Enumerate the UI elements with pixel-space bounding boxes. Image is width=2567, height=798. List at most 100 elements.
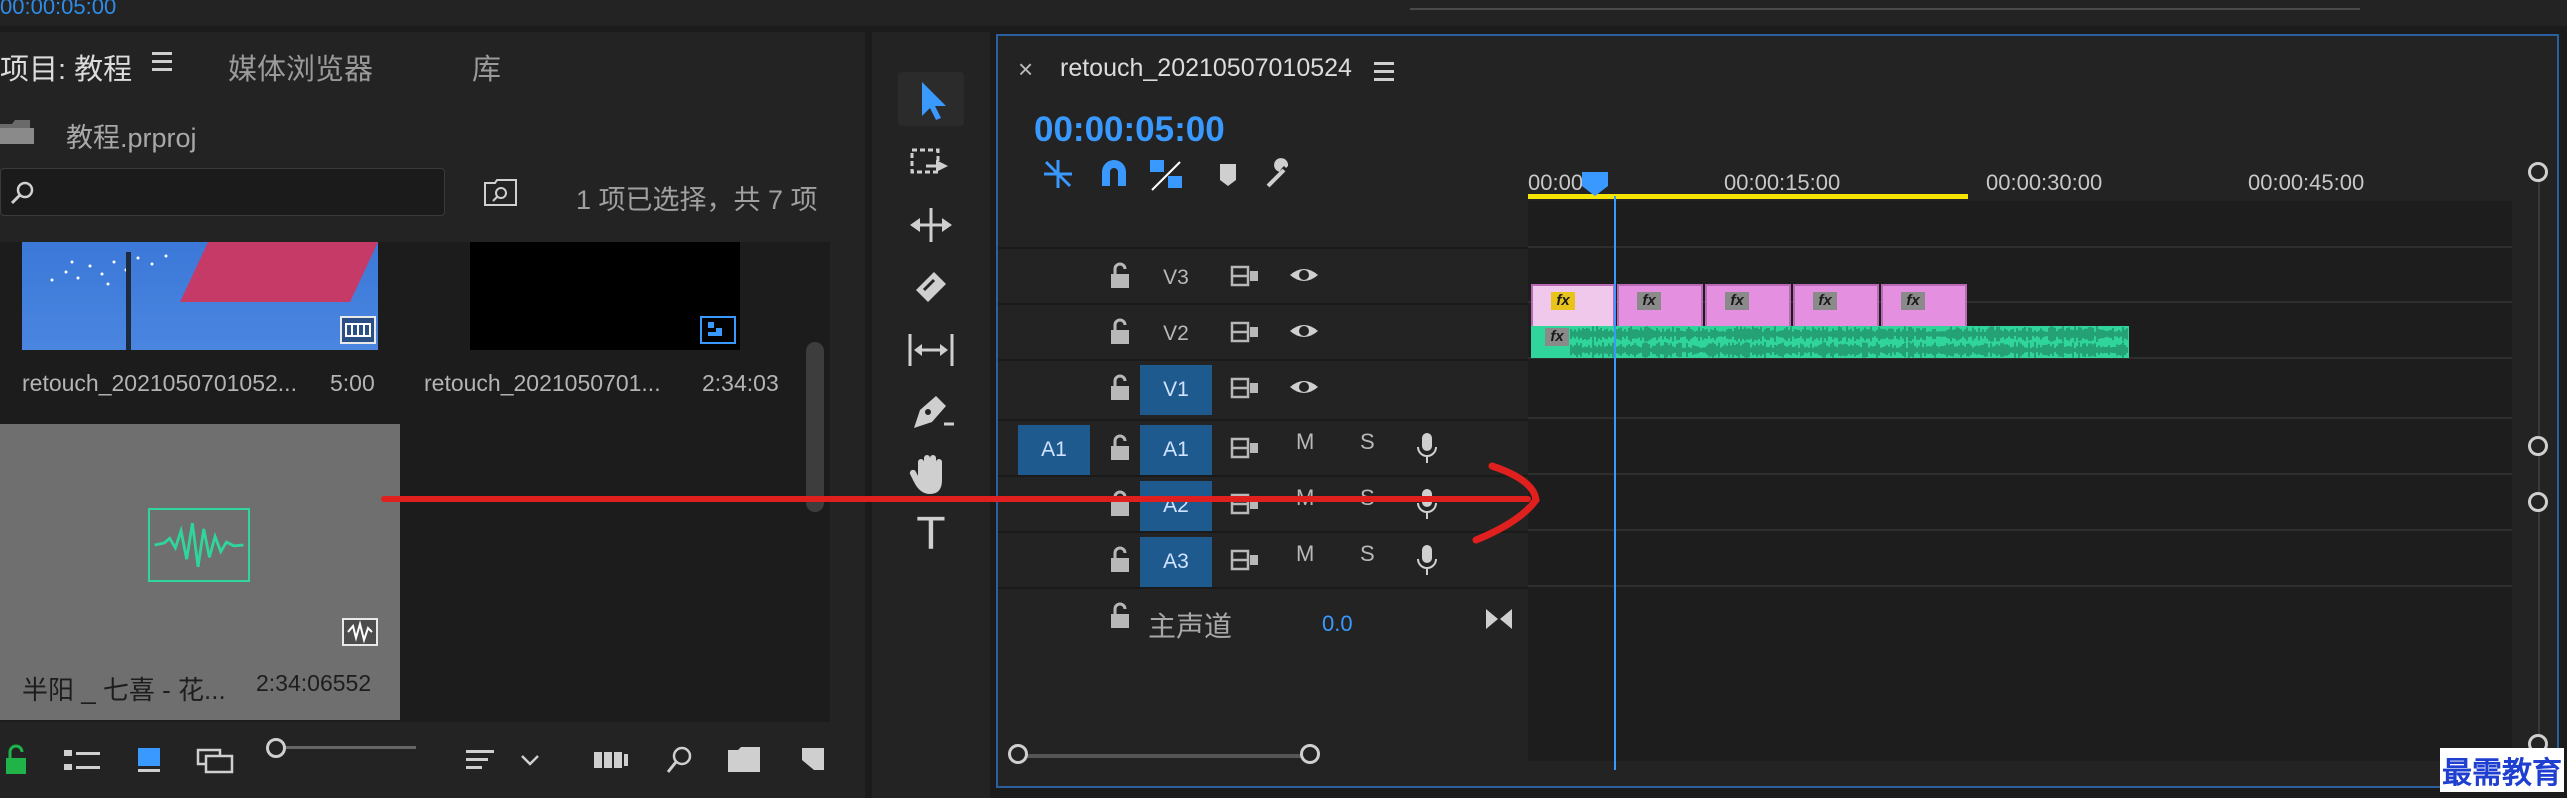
lock-icon[interactable] bbox=[1108, 317, 1132, 347]
hand-tool[interactable] bbox=[898, 446, 964, 500]
lock-icon[interactable] bbox=[1108, 601, 1132, 631]
vertical-scroll-handle[interactable] bbox=[2528, 162, 2548, 182]
clip-thumbnail[interactable] bbox=[22, 242, 378, 350]
sequence-tab[interactable]: retouch_20210507010524 bbox=[1060, 54, 1352, 83]
sync-lock-icon[interactable] bbox=[1230, 545, 1260, 575]
solo-button[interactable]: S bbox=[1360, 429, 1375, 455]
chevron-down-icon[interactable] bbox=[516, 742, 556, 778]
find-in-bin-icon[interactable] bbox=[484, 178, 518, 208]
sort-icon[interactable] bbox=[464, 742, 504, 778]
source-timecode[interactable]: 00:00:05:00 bbox=[0, 0, 116, 20]
vertical-scroll-handle[interactable] bbox=[2528, 492, 2548, 512]
audio-item-tile[interactable]: 半阳 _ 七喜 - 花... 2:34:06552 bbox=[0, 424, 400, 720]
track-name[interactable]: V3 bbox=[1140, 253, 1212, 303]
vertical-scroll-handle[interactable] bbox=[2528, 436, 2548, 456]
master-volume-value[interactable]: 0.0 bbox=[1322, 611, 1353, 637]
search-input[interactable] bbox=[0, 168, 445, 216]
source-patch-a1[interactable]: A1 bbox=[1018, 425, 1090, 475]
track-target-v1[interactable]: V1 bbox=[1140, 365, 1212, 415]
track-target-a2[interactable]: A2 bbox=[1140, 481, 1212, 531]
type-tool[interactable]: T bbox=[898, 508, 964, 562]
mute-button[interactable]: M bbox=[1296, 429, 1314, 455]
track-target-a3[interactable]: A3 bbox=[1140, 537, 1212, 587]
new-bin-icon[interactable] bbox=[726, 742, 766, 778]
audio-waveform-icon bbox=[148, 508, 250, 582]
track-name[interactable]: V2 bbox=[1140, 309, 1212, 359]
pen-tool[interactable] bbox=[898, 384, 964, 438]
playhead-handle[interactable] bbox=[1580, 170, 1610, 198]
close-icon[interactable]: × bbox=[1018, 54, 1033, 85]
icon-view-icon[interactable] bbox=[134, 742, 174, 778]
eye-icon[interactable] bbox=[1288, 319, 1320, 343]
find-icon[interactable] bbox=[660, 742, 700, 778]
razor-tool[interactable] bbox=[898, 260, 964, 314]
sync-lock-icon[interactable] bbox=[1230, 373, 1260, 403]
snap-magnet-icon[interactable] bbox=[1094, 156, 1134, 192]
ripple-edit-tool[interactable] bbox=[898, 198, 964, 252]
lock-icon[interactable] bbox=[1108, 261, 1132, 291]
item-name[interactable]: retouch_2021050701052... bbox=[22, 370, 297, 397]
thumbnail-size-slider[interactable] bbox=[276, 746, 416, 749]
horizontal-scroll-handle[interactable] bbox=[1008, 744, 1028, 764]
track-header-a2: A2 M S bbox=[998, 475, 1528, 531]
lock-icon[interactable] bbox=[0, 742, 40, 778]
sync-lock-icon[interactable] bbox=[1230, 433, 1260, 463]
wrench-icon[interactable] bbox=[1260, 156, 1300, 192]
microphone-icon[interactable] bbox=[1416, 431, 1438, 465]
solo-button[interactable]: S bbox=[1360, 485, 1375, 511]
microphone-icon[interactable] bbox=[1416, 487, 1438, 521]
fx-badge: fx bbox=[1813, 292, 1837, 310]
lock-icon[interactable] bbox=[1108, 433, 1132, 463]
track-target-a1[interactable]: A1 bbox=[1140, 425, 1212, 475]
track-header-a3: A3 M S bbox=[998, 531, 1528, 587]
panel-menu-icon[interactable] bbox=[1374, 62, 1394, 86]
tab-project[interactable]: 项目: 教程 bbox=[0, 46, 132, 88]
playhead-timecode[interactable]: 00:00:05:00 bbox=[1034, 110, 1225, 150]
sync-lock-icon[interactable] bbox=[1230, 317, 1260, 347]
sync-lock-icon[interactable] bbox=[1230, 489, 1260, 519]
tab-media-browser[interactable]: 媒体浏览器 bbox=[228, 46, 373, 88]
sync-lock-icon[interactable] bbox=[1230, 261, 1260, 291]
panel-menu-icon[interactable] bbox=[152, 52, 172, 76]
item-name[interactable]: retouch_2021050701... bbox=[424, 370, 661, 397]
go-to-in-out-icon[interactable] bbox=[1484, 607, 1514, 631]
linked-selection-icon[interactable] bbox=[1146, 156, 1186, 192]
automate-to-sequence-icon[interactable] bbox=[592, 742, 632, 778]
add-marker-icon[interactable] bbox=[1208, 156, 1248, 192]
lock-icon[interactable] bbox=[1108, 545, 1132, 575]
lock-icon[interactable] bbox=[1108, 489, 1132, 519]
horizontal-zoom-bar[interactable] bbox=[1018, 754, 1314, 758]
project-tabs: 项目: 教程 媒体浏览器 库 bbox=[0, 32, 865, 100]
timeline-panel: × retouch_20210507010524 00:00:05:00 V3 … bbox=[996, 34, 2559, 788]
eye-icon[interactable] bbox=[1288, 375, 1320, 399]
item-duration: 5:00 bbox=[330, 370, 375, 396]
track-select-tool[interactable] bbox=[898, 136, 964, 190]
sequence-thumbnail[interactable] bbox=[470, 242, 740, 350]
item-duration: 2:34:06552 bbox=[256, 670, 372, 696]
tab-library[interactable]: 库 bbox=[472, 46, 501, 88]
slip-tool[interactable] bbox=[898, 322, 964, 376]
selection-tool[interactable] bbox=[898, 72, 964, 126]
track-header-a1: A1 A1 M S bbox=[998, 419, 1528, 475]
playhead-line[interactable] bbox=[1614, 196, 1616, 770]
sequence-icon bbox=[700, 316, 736, 344]
audio-clip[interactable]: fx bbox=[1531, 326, 2129, 358]
insert-nested-icon[interactable] bbox=[1038, 156, 1078, 192]
mute-button[interactable]: M bbox=[1296, 485, 1314, 511]
top-strip: 00:00:05:00 bbox=[0, 0, 2567, 26]
eye-icon[interactable] bbox=[1288, 263, 1320, 287]
solo-button[interactable]: S bbox=[1360, 541, 1375, 567]
lock-icon[interactable] bbox=[1108, 373, 1132, 403]
thumbnail-size-handle[interactable] bbox=[266, 738, 286, 758]
audio-clip-icon bbox=[342, 618, 378, 646]
freeform-view-icon[interactable] bbox=[196, 742, 236, 778]
list-view-icon[interactable] bbox=[62, 742, 102, 778]
mute-button[interactable]: M bbox=[1296, 541, 1314, 567]
tools-panel: T bbox=[872, 32, 990, 798]
new-item-icon[interactable] bbox=[794, 742, 834, 778]
project-scrollbar[interactable] bbox=[806, 342, 824, 512]
thumbnail-dots bbox=[50, 254, 168, 286]
microphone-icon[interactable] bbox=[1416, 543, 1438, 577]
item-name[interactable]: 半阳 _ 七喜 - 花... bbox=[22, 670, 226, 707]
horizontal-scroll-handle[interactable] bbox=[1300, 744, 1320, 764]
